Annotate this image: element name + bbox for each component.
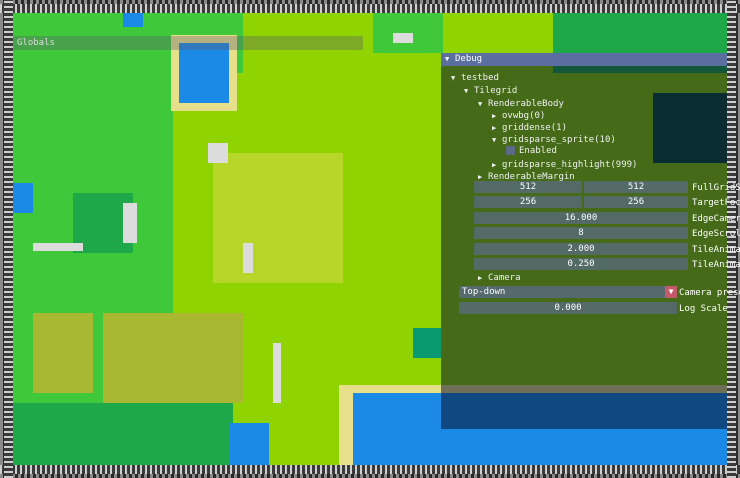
targetfocus-label: TargetFoca [692, 198, 740, 208]
teal-tile [413, 328, 441, 358]
greek-key-border-right [727, 0, 736, 478]
collapsed-arrow-icon: ▶ [478, 274, 483, 282]
collapsed-arrow-icon: ▶ [492, 112, 497, 120]
greek-key-border-left [4, 0, 13, 478]
tree-node-camera[interactable]: ▶ Camera [478, 273, 521, 283]
rock-tile [208, 143, 228, 163]
olive-region [213, 153, 343, 283]
tileanimation-slider-2[interactable]: 0.250 [474, 258, 688, 270]
tree-node-gridsparse-highlight[interactable]: ▶ gridsparse_highlight(999) [492, 160, 637, 170]
lake-water [13, 183, 33, 213]
fullgridsize-x-field[interactable]: 512 [474, 181, 582, 193]
fullgridsize-y-field[interactable]: 512 [584, 181, 688, 193]
dropdown-arrow-icon[interactable]: ▼ [665, 286, 677, 298]
tree-node-ovwbg[interactable]: ▶ ovwbg(0) [492, 111, 545, 121]
tree-node-gridsparse-sprite[interactable]: ▼ gridsparse_sprite(10) [492, 135, 616, 145]
tree-node-tilegrid[interactable]: ▼ Tilegrid [464, 86, 517, 96]
camera-preset-combo[interactable]: Top-down ▼ [459, 286, 677, 298]
globals-window-title[interactable]: Globals [13, 36, 363, 50]
rock-tile [243, 243, 253, 273]
olive-region [33, 313, 93, 393]
rock-tile [123, 203, 137, 243]
checkbox-box[interactable] [506, 146, 515, 155]
greek-key-border-bottom [0, 465, 740, 474]
tileanimation-label-1: TileAnimat [692, 245, 740, 255]
olive-region [103, 313, 243, 403]
debug-title-bar[interactable]: ▼ Debug [441, 53, 727, 66]
edgescroll-slider[interactable]: 8 [474, 227, 688, 239]
log-scale-slider[interactable]: 0.000 [459, 302, 677, 314]
camera-preset-label: Camera preset [679, 288, 740, 298]
targetfocus-x-field[interactable]: 256 [474, 196, 582, 208]
log-scale-label: Log Scale [679, 304, 728, 314]
expanded-arrow-icon: ▼ [492, 136, 497, 144]
greek-key-border-top [0, 4, 740, 13]
edgecamera-slider[interactable]: 16.000 [474, 212, 688, 224]
debug-panel[interactable]: ▼ Debug [441, 53, 727, 429]
expanded-arrow-icon: ▼ [464, 87, 469, 95]
collapsed-arrow-icon: ▶ [478, 173, 483, 181]
tree-node-renderable-body[interactable]: ▼ RenderableBody [478, 99, 564, 109]
forest-region [13, 403, 233, 465]
edgescroll-label: EdgeScroll [692, 229, 740, 239]
tree-node-griddense[interactable]: ▶ griddense(1) [492, 123, 567, 133]
collapsed-arrow-icon: ▶ [492, 124, 497, 132]
collapse-arrow-icon[interactable]: ▼ [445, 55, 455, 63]
expanded-arrow-icon: ▼ [451, 74, 456, 82]
expanded-arrow-icon: ▼ [478, 100, 483, 108]
enabled-checkbox[interactable]: Enabled [506, 146, 557, 156]
camera-preset-value: Top-down [462, 287, 506, 297]
edgecamera-label: EdgeCamera [692, 214, 740, 224]
lake-water [123, 13, 143, 27]
rock-tile [33, 243, 83, 251]
rock-tile [273, 343, 281, 403]
ocean-water [229, 423, 269, 465]
collapsed-arrow-icon: ▶ [492, 161, 497, 169]
tileanimation-slider-1[interactable]: 2.000 [474, 243, 688, 255]
tileanimation-label-2: TileAnimat [692, 260, 740, 270]
tree-node-testbed[interactable]: ▼ testbed [451, 73, 499, 83]
fullgridsize-label: FullGridSi [692, 183, 740, 193]
lake-water [179, 43, 229, 103]
debug-title-text: Debug [455, 54, 483, 64]
globals-title-text: Globals [17, 38, 55, 48]
targetfocus-y-field[interactable]: 256 [584, 196, 688, 208]
rock-tile [393, 33, 413, 43]
